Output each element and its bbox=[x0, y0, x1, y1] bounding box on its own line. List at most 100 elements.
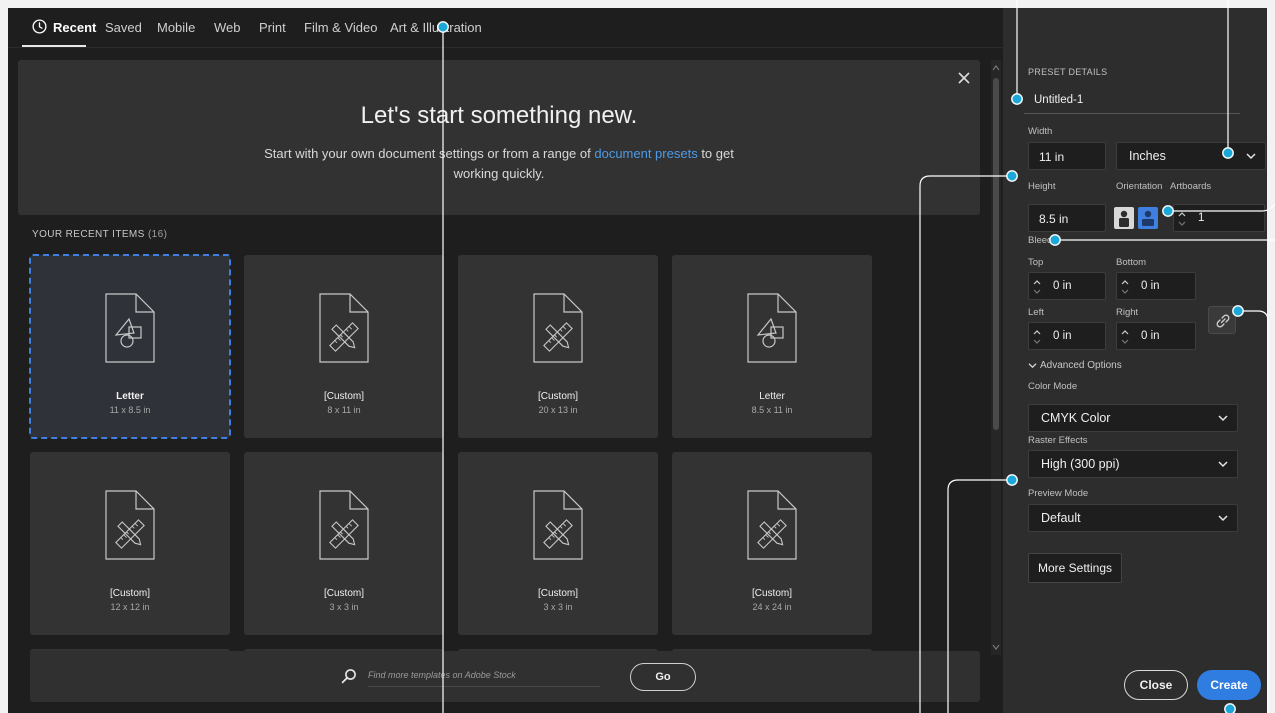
chevron-down-icon bbox=[1028, 363, 1037, 369]
color-mode-label: Color Mode bbox=[1028, 381, 1078, 392]
scroll-up-icon[interactable] bbox=[992, 64, 1000, 72]
more-settings-button[interactable]: More Settings bbox=[1028, 553, 1122, 583]
height-field[interactable]: 8.5 in bbox=[1028, 204, 1106, 232]
recent-item-size: 24 x 24 in bbox=[752, 602, 792, 612]
tab-recent[interactable]: Recent bbox=[53, 20, 96, 35]
recent-item-size: 11 x 8.5 in bbox=[109, 405, 151, 415]
shape-document-icon bbox=[747, 293, 797, 363]
recent-item-name: [Custom] bbox=[537, 391, 578, 402]
stepper-arrows-icon[interactable] bbox=[1177, 209, 1187, 229]
bleed-top-label: Top bbox=[1028, 257, 1044, 268]
recent-item-size: 8 x 11 in bbox=[327, 405, 361, 415]
raster-effects-label: Raster Effects bbox=[1028, 435, 1088, 446]
color-mode-dropdown[interactable]: CMYK Color bbox=[1028, 404, 1238, 432]
active-tab-indicator bbox=[22, 45, 86, 47]
recent-item-name: [Custom] bbox=[323, 588, 364, 599]
tab-film-video[interactable]: Film & Video bbox=[304, 20, 377, 35]
link-bleed-button[interactable] bbox=[1208, 306, 1236, 334]
go-button[interactable]: Go bbox=[630, 663, 696, 691]
clock-icon bbox=[32, 19, 47, 34]
raster-effects-value: High (300 ppi) bbox=[1041, 457, 1120, 471]
recent-item-card[interactable]: [Custom] 12 x 12 in bbox=[30, 452, 230, 635]
recent-item-card[interactable]: [Custom] 3 x 3 in bbox=[244, 452, 444, 635]
portrait-orientation-button[interactable] bbox=[1114, 207, 1134, 229]
landscape-icon bbox=[1142, 210, 1154, 226]
recent-item-card[interactable]: [Custom] 3 x 3 in bbox=[458, 452, 658, 635]
preview-mode-dropdown[interactable]: Default bbox=[1028, 504, 1238, 532]
bleed-right-label: Right bbox=[1116, 307, 1139, 318]
scroll-down-icon[interactable] bbox=[992, 643, 1000, 651]
advanced-options-toggle[interactable]: Advanced Options bbox=[1028, 360, 1122, 371]
orientation-label: Orientation bbox=[1116, 181, 1163, 192]
bleed-label: Bleed bbox=[1028, 235, 1053, 246]
recent-item-size: 8.5 x 11 in bbox=[751, 405, 793, 415]
search-icon bbox=[341, 669, 356, 684]
content-scrollbar[interactable] bbox=[991, 60, 1001, 655]
tab-art-illustration[interactable]: Art & Illustration bbox=[390, 20, 482, 35]
recent-item-name: Letter bbox=[116, 391, 144, 402]
bleed-right-field[interactable]: 0 in bbox=[1116, 322, 1196, 350]
height-label: Height bbox=[1028, 181, 1056, 192]
custom-document-icon bbox=[319, 293, 369, 363]
bleed-right-value: 0 in bbox=[1141, 330, 1160, 342]
chevron-down-icon bbox=[1218, 515, 1228, 522]
create-button[interactable]: Create bbox=[1197, 670, 1261, 700]
stepper-arrows-icon[interactable] bbox=[1120, 277, 1130, 297]
bleed-left-label: Left bbox=[1028, 307, 1044, 318]
close-button[interactable]: Close bbox=[1124, 670, 1188, 700]
tab-saved[interactable]: Saved bbox=[105, 20, 142, 35]
recent-item-size: 3 x 3 in bbox=[329, 602, 359, 612]
hero-title: Let's start something new. bbox=[360, 102, 638, 129]
recent-item-card[interactable]: [Custom] 20 x 13 in bbox=[458, 255, 658, 438]
artboards-stepper[interactable]: 1 bbox=[1173, 204, 1265, 232]
stepper-arrows-icon[interactable] bbox=[1032, 327, 1042, 347]
custom-document-icon bbox=[533, 293, 583, 363]
custom-document-icon bbox=[533, 490, 583, 560]
portrait-icon bbox=[1119, 210, 1129, 227]
stepper-arrows-icon[interactable] bbox=[1120, 327, 1130, 347]
bleed-top-field[interactable]: 0 in bbox=[1028, 272, 1106, 300]
stepper-arrows-icon[interactable] bbox=[1032, 277, 1042, 297]
close-icon[interactable] bbox=[957, 71, 971, 85]
recent-item-card[interactable]: [Custom] 8 x 11 in bbox=[244, 255, 444, 438]
width-label: Width bbox=[1028, 126, 1053, 137]
advanced-options-label: Advanced Options bbox=[1040, 360, 1122, 371]
recent-item-name: Letter bbox=[759, 391, 785, 402]
bleed-bottom-field[interactable]: 0 in bbox=[1116, 272, 1196, 300]
document-presets-link[interactable]: document presets bbox=[594, 146, 697, 161]
recent-item-card[interactable]: [Custom] 24 x 24 in bbox=[672, 452, 872, 635]
scroll-thumb[interactable] bbox=[993, 78, 999, 430]
color-mode-value: CMYK Color bbox=[1041, 411, 1111, 425]
recent-item-card[interactable]: Letter 8.5 x 11 in bbox=[672, 255, 872, 438]
width-field[interactable]: 11 in bbox=[1028, 142, 1106, 170]
bleed-bottom-value: 0 in bbox=[1141, 280, 1160, 292]
recent-items-label: YOUR RECENT ITEMS (16) bbox=[32, 229, 167, 240]
welcome-banner: Let's start something new. Start with yo… bbox=[18, 60, 980, 215]
recent-items-title: YOUR RECENT ITEMS bbox=[32, 229, 145, 240]
raster-effects-dropdown[interactable]: High (300 ppi) bbox=[1028, 450, 1238, 478]
preview-mode-label: Preview Mode bbox=[1028, 488, 1089, 499]
chevron-down-icon bbox=[1246, 153, 1256, 160]
tab-web[interactable]: Web bbox=[214, 20, 241, 35]
recent-item-name: [Custom] bbox=[109, 588, 150, 599]
template-search-input[interactable] bbox=[368, 663, 600, 687]
units-value: Inches bbox=[1129, 149, 1166, 163]
recent-item-name: [Custom] bbox=[323, 391, 364, 402]
preview-mode-value: Default bbox=[1041, 511, 1081, 525]
artboards-label: Artboards bbox=[1170, 181, 1212, 192]
recent-item-name: [Custom] bbox=[751, 588, 792, 599]
custom-document-icon bbox=[319, 490, 369, 560]
units-dropdown[interactable]: Inches bbox=[1116, 142, 1266, 170]
recent-item-size: 3 x 3 in bbox=[543, 602, 573, 612]
bleed-left-field[interactable]: 0 in bbox=[1028, 322, 1106, 350]
recent-item-card[interactable]: Letter 11 x 8.5 in bbox=[29, 254, 231, 439]
link-icon bbox=[1216, 314, 1230, 328]
recent-items-count: (16) bbox=[147, 229, 168, 240]
preset-name-field[interactable]: Untitled-1 bbox=[1024, 94, 1240, 114]
tab-print[interactable]: Print bbox=[259, 20, 286, 35]
chevron-down-icon bbox=[1218, 461, 1228, 468]
landscape-orientation-button[interactable] bbox=[1138, 207, 1158, 229]
tab-mobile[interactable]: Mobile bbox=[157, 20, 195, 35]
hero-subtitle-text: Start with your own document settings or… bbox=[264, 146, 595, 161]
preset-details-panel: PRESET DETAILS Untitled-1 Width 11 in In… bbox=[1003, 8, 1267, 713]
